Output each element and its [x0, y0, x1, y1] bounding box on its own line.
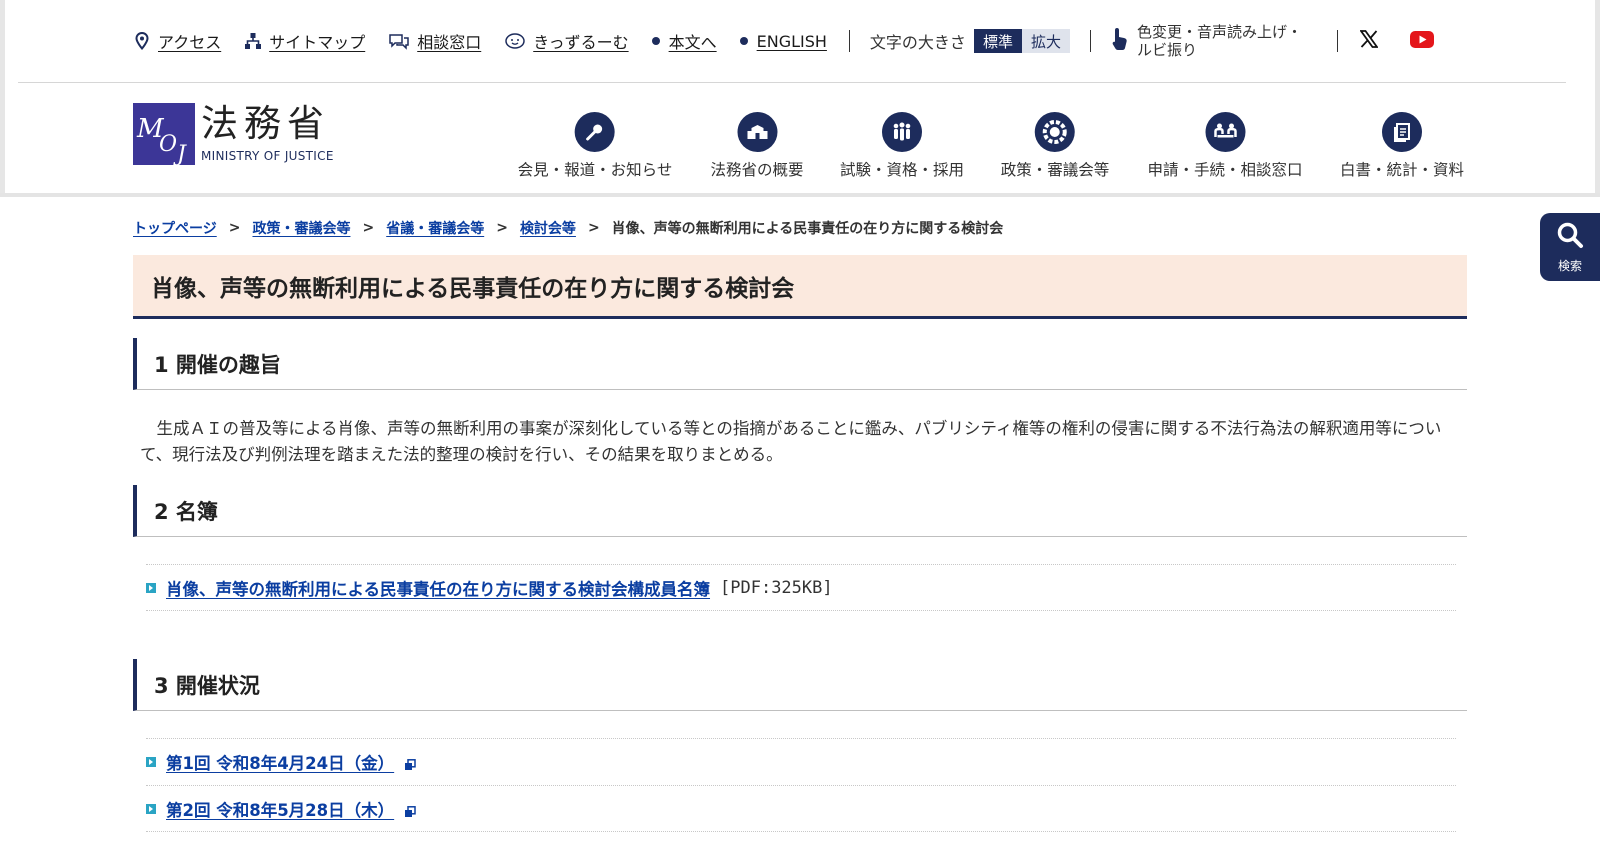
- youtube-logo-icon: [1409, 30, 1434, 52]
- x-twitter-link[interactable]: [1359, 30, 1379, 52]
- gear-circle-icon: [1034, 112, 1075, 152]
- skip-to-body-label: 本文へ: [668, 33, 717, 52]
- divider: [1089, 30, 1091, 52]
- link-arrow-icon: [146, 803, 156, 814]
- roster-list: 肖像、声等の無断利用による民事責任の在り方に関する検討会構成員名簿 [PDF:3…: [146, 564, 1456, 611]
- bullet-dot-icon: [739, 37, 748, 45]
- nav-item-publications[interactable]: 白書・統計・資料: [1340, 112, 1464, 180]
- nav-item-label: 法務省の概要: [710, 161, 804, 179]
- file-meta: [PDF:325KB]: [720, 577, 833, 598]
- kids-room-link[interactable]: きっずるーむ: [504, 29, 629, 53]
- external-link-icon: [404, 803, 416, 817]
- building-icon: [736, 112, 777, 152]
- font-size-label: 文字の大きさ: [869, 33, 966, 52]
- breadcrumb-link-policy[interactable]: 政策・審議会等: [252, 218, 350, 238]
- nav-item-label: 試験・資格・採用: [839, 161, 965, 179]
- purpose-text: 生成ＡＩの普及等による肖像、声等の無断利用の事案が深刻化している等との指摘がある…: [140, 419, 1442, 464]
- breadcrumb-separator: >: [228, 220, 241, 236]
- consult-label: 相談窓口: [417, 33, 482, 52]
- kids-room-label: きっずるーむ: [533, 33, 629, 52]
- divider: [848, 30, 850, 52]
- access-link[interactable]: アクセス: [133, 29, 221, 53]
- breadcrumb-link-home[interactable]: トップページ: [133, 218, 217, 238]
- roster-pdf-link[interactable]: 肖像、声等の無断利用による民事責任の在り方に関する検討会構成員名簿: [166, 576, 710, 600]
- accessibility-tools-link[interactable]: 色変更・音声読み上げ・ルビ振り: [1111, 23, 1315, 59]
- pointing-hand-icon: [1111, 26, 1129, 56]
- youtube-link[interactable]: [1409, 30, 1434, 52]
- breadcrumb-link-councils[interactable]: 省議・審議会等: [386, 218, 484, 238]
- search-icon: [1555, 220, 1585, 254]
- page-title: 肖像、声等の無断利用による民事責任の在り方に関する検討会: [133, 255, 1467, 319]
- breadcrumb: トップページ > 政策・審議会等 > 省議・審議会等 > 検討会等 > 肖像、声…: [133, 218, 1003, 238]
- header-divider: [18, 82, 1566, 83]
- english-label: ENGLISH: [756, 31, 827, 51]
- section-heading-roster: 2 名簿: [133, 485, 1467, 537]
- nav-item-label: 政策・審議会等: [1000, 161, 1110, 179]
- list-item: 第1回 令和8年4月24日（金）: [146, 738, 1456, 785]
- consultation-icon: [1204, 112, 1245, 152]
- section-heading-purpose: 1 開催の趣旨: [133, 338, 1467, 390]
- meetings-list: 第1回 令和8年4月24日（金） 第2回 令和8年5月28日（木）: [146, 738, 1456, 832]
- microphone-icon: [574, 112, 615, 152]
- chat-bubble-icon: [388, 32, 410, 50]
- meeting-2-link[interactable]: 第2回 令和8年5月28日（木）: [166, 797, 394, 821]
- main-nav: 会見・報道・お知らせ 法務省の概要 試験・資格・採用 政策・審議会等 申請・手続…: [0, 112, 1600, 182]
- sitemap-link[interactable]: サイトマップ: [244, 29, 365, 53]
- people-icon: [881, 112, 922, 152]
- nav-item-procedures[interactable]: 申請・手続・相談窓口: [1147, 112, 1303, 180]
- nav-item-label: 会見・報道・お知らせ: [517, 161, 673, 179]
- sitemap-label: サイトマップ: [269, 33, 366, 52]
- section-heading-status: 3 開催状況: [133, 659, 1467, 711]
- search-button[interactable]: 検索: [1540, 213, 1600, 281]
- link-arrow-icon: [146, 582, 156, 593]
- nav-item-press[interactable]: 会見・報道・お知らせ: [517, 112, 673, 180]
- font-size-large-button[interactable]: 拡大: [1021, 29, 1070, 53]
- breadcrumb-separator: >: [587, 220, 600, 236]
- external-link-icon: [404, 756, 416, 770]
- breadcrumb-link-study-groups[interactable]: 検討会等: [520, 218, 576, 238]
- header-bottom-border: [0, 193, 1600, 197]
- map-pin-icon: [133, 32, 151, 50]
- link-arrow-icon: [146, 757, 156, 767]
- utility-bar: アクセス サイトマップ 相談窓口 きっずるーむ 本文へ ENGLISH 文字の大…: [0, 0, 1600, 82]
- skip-to-body-link[interactable]: 本文へ: [651, 29, 717, 53]
- x-logo-icon: [1359, 30, 1379, 52]
- search-label: 検索: [1557, 259, 1582, 273]
- accessibility-label: 色変更・音声読み上げ・ルビ振り: [1136, 23, 1302, 59]
- nav-item-label: 申請・手続・相談窓口: [1147, 161, 1303, 179]
- english-link[interactable]: ENGLISH: [739, 31, 827, 51]
- nav-item-label: 白書・統計・資料: [1339, 161, 1465, 179]
- divider: [1336, 30, 1338, 52]
- list-item: 第2回 令和8年5月28日（木）: [146, 785, 1456, 832]
- breadcrumb-separator: >: [362, 220, 375, 236]
- access-label: アクセス: [158, 33, 222, 52]
- breadcrumb-separator: >: [496, 220, 508, 236]
- consult-link[interactable]: 相談窓口: [388, 29, 481, 53]
- sitemap-icon: [244, 32, 262, 50]
- font-size-standard-button[interactable]: 標準: [973, 29, 1022, 53]
- list-item: 肖像、声等の無断利用による民事責任の在り方に関する検討会構成員名簿 [PDF:3…: [146, 564, 1456, 611]
- breadcrumb-current: 肖像、声等の無断利用による民事責任の在り方に関する検討会: [611, 221, 1004, 237]
- nav-item-about[interactable]: 法務省の概要: [710, 112, 804, 180]
- kids-face-icon: [504, 32, 526, 50]
- bullet-dot-icon: [651, 37, 660, 45]
- nav-item-policy[interactable]: 政策・審議会等: [1000, 112, 1110, 180]
- meeting-1-link[interactable]: 第1回 令和8年4月24日（金）: [166, 750, 394, 774]
- nav-item-exams[interactable]: 試験・資格・採用: [840, 112, 964, 180]
- document-icon: [1381, 112, 1422, 152]
